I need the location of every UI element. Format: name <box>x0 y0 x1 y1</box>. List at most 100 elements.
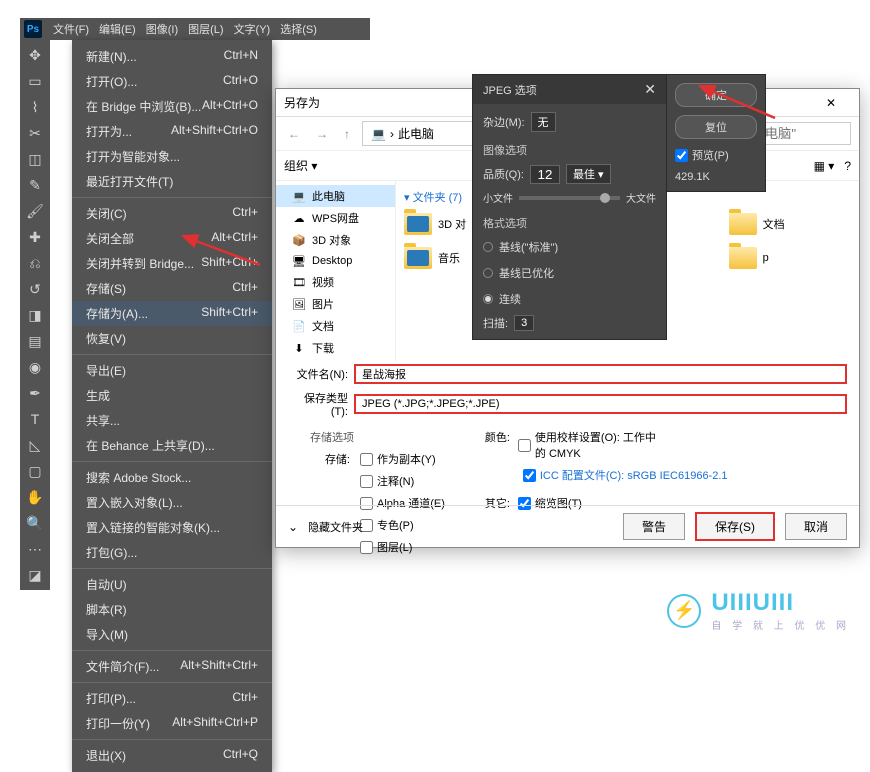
filetype-select[interactable]: JPEG (*.JPG;*.JPEG;*.JPE) <box>354 394 847 414</box>
tree-item[interactable]: 🎵音乐 <box>276 359 395 361</box>
menu-item[interactable]: 新建(N)...Ctrl+N <box>72 44 272 69</box>
tree-item[interactable]: 🖥Desktop <box>276 251 395 271</box>
brush-tool-icon[interactable]: 🖌 <box>26 202 44 220</box>
logo-bulb-icon: ⚡ <box>667 594 701 628</box>
menu-item[interactable]: 搜索 Adobe Stock... <box>72 465 272 490</box>
save-button[interactable]: 保存(S) <box>695 512 775 541</box>
icc-checkbox[interactable] <box>523 469 536 482</box>
menu-item[interactable]: 关闭(C)Ctrl+ <box>72 201 272 226</box>
menu-text[interactable]: 文字(Y) <box>234 21 271 37</box>
quality-preset-select[interactable]: 最佳 ▾ <box>566 164 611 184</box>
healing-tool-icon[interactable]: ✚ <box>26 228 44 246</box>
menu-item[interactable]: 打包(G)... <box>72 540 272 565</box>
menu-item[interactable]: 共享... <box>72 408 272 433</box>
save-dialog-title: 另存为 <box>284 94 320 111</box>
menu-edit[interactable]: 编辑(E) <box>99 21 136 37</box>
tree-item[interactable]: ☁WPS网盘 <box>276 207 395 229</box>
cancel-button[interactable]: 取消 <box>785 513 847 540</box>
menu-item[interactable]: 置入嵌入对象(L)... <box>72 490 272 515</box>
file-dropdown-menu: 新建(N)...Ctrl+N打开(O)...Ctrl+O在 Bridge 中浏览… <box>72 40 272 772</box>
lasso-tool-icon[interactable]: ⌇ <box>26 98 44 116</box>
eyedropper-tool-icon[interactable]: ✎ <box>26 176 44 194</box>
view-options-icon[interactable]: ▦ ▾ <box>814 159 835 173</box>
eraser-tool-icon[interactable]: ◨ <box>26 306 44 324</box>
swatch-icon[interactable]: ◪ <box>26 566 44 584</box>
menu-item[interactable]: 打开(O)...Ctrl+O <box>72 69 272 94</box>
jpeg-close-icon[interactable]: ✕ <box>644 81 656 98</box>
ok-button[interactable]: 确定 <box>675 83 757 107</box>
menu-item[interactable]: 在 Behance 上共享(D)... <box>72 433 272 458</box>
menu-item[interactable]: 文件简介(F)...Alt+Shift+Ctrl+ <box>72 654 272 679</box>
history-brush-icon[interactable]: ↺ <box>26 280 44 298</box>
help-icon[interactable]: ? <box>844 159 851 173</box>
menu-item[interactable]: 最近打开文件(T) <box>72 169 272 194</box>
menu-layer[interactable]: 图层(L) <box>188 21 223 37</box>
preview-checkbox[interactable] <box>675 149 688 162</box>
matte-select[interactable]: 无 <box>531 112 556 132</box>
menu-item[interactable]: 导入(M) <box>72 622 272 647</box>
menu-item[interactable]: 恢复(V) <box>72 326 272 351</box>
crop-tool-icon[interactable]: ✂ <box>26 124 44 142</box>
menu-image[interactable]: 图像(I) <box>146 21 178 37</box>
menu-item[interactable]: 脚本(R) <box>72 597 272 622</box>
pen-tool-icon[interactable]: ✒ <box>26 384 44 402</box>
nav-fwd-icon[interactable]: → <box>312 127 332 141</box>
shape-tool-icon[interactable]: ▢ <box>26 462 44 480</box>
tree-item[interactable]: 📄文档 <box>276 315 395 337</box>
filesize-label: 429.1K <box>675 171 757 183</box>
tree-item[interactable]: 📦3D 对象 <box>276 229 395 251</box>
menu-select[interactable]: 选择(S) <box>280 21 317 37</box>
filename-input[interactable] <box>354 364 847 384</box>
menu-item[interactable]: 打开为...Alt+Shift+Ctrl+O <box>72 119 272 144</box>
menu-item[interactable]: 自动(U) <box>72 572 272 597</box>
tree-item[interactable]: ⬇下载 <box>276 337 395 359</box>
menu-item[interactable]: 存储为(A)...Shift+Ctrl+ <box>72 301 272 326</box>
marquee-tool-icon[interactable]: ▭ <box>26 72 44 90</box>
zoom-tool-icon[interactable]: 🔍 <box>26 514 44 532</box>
frame-tool-icon[interactable]: ◫ <box>26 150 44 168</box>
folder-item[interactable]: p <box>729 247 851 269</box>
menu-item[interactable]: 打印(P)...Ctrl+ <box>72 686 272 711</box>
scan-select[interactable]: 3 <box>514 315 534 331</box>
tree-item[interactable]: 🖼图片 <box>276 293 395 315</box>
menu-item[interactable]: 导出(E) <box>72 358 272 383</box>
tree-item[interactable]: 💻此电脑 <box>276 185 395 207</box>
warning-button[interactable]: 警告 <box>623 513 685 540</box>
tree-item[interactable]: 🎞视频 <box>276 271 395 293</box>
menu-item[interactable]: 存储(S)Ctrl+ <box>72 276 272 301</box>
baseline-std-radio[interactable]: 基线("标准") <box>483 237 656 257</box>
copy-checkbox[interactable] <box>360 453 373 466</box>
quality-slider[interactable] <box>519 196 620 200</box>
close-icon[interactable]: ✕ <box>811 96 851 110</box>
proof-checkbox[interactable] <box>518 439 531 452</box>
menu-item[interactable]: 关闭全部Alt+Ctrl+ <box>72 226 272 251</box>
menu-item[interactable]: 置入链接的智能对象(K)... <box>72 515 272 540</box>
type-tool-icon[interactable]: T <box>26 410 44 428</box>
menu-item[interactable]: 在 Bridge 中浏览(B)...Alt+Ctrl+O <box>72 94 272 119</box>
chevron-down-icon[interactable]: ⌄ <box>288 520 298 534</box>
menu-file[interactable]: 文件(F) <box>53 21 89 37</box>
gradient-tool-icon[interactable]: ▤ <box>26 332 44 350</box>
clone-tool-icon[interactable]: ⎌ <box>26 254 44 272</box>
hand-tool-icon[interactable]: ✋ <box>26 488 44 506</box>
move-tool-icon[interactable]: ✥ <box>26 46 44 64</box>
progressive-radio[interactable]: 连续 <box>483 289 656 309</box>
reset-button[interactable]: 复位 <box>675 115 757 139</box>
menu-item[interactable]: 打印一份(Y)Alt+Shift+Ctrl+P <box>72 711 272 736</box>
menu-item[interactable]: 生成 <box>72 383 272 408</box>
menu-item[interactable]: 打开为智能对象... <box>72 144 272 169</box>
menu-item[interactable]: 退出(X)Ctrl+Q <box>72 743 272 768</box>
quality-input[interactable] <box>530 165 560 184</box>
notes-checkbox[interactable] <box>360 475 373 488</box>
nav-back-icon[interactable]: ← <box>284 127 304 141</box>
path-tool-icon[interactable]: ◺ <box>26 436 44 454</box>
more-tool-icon[interactable]: ⋯ <box>26 540 44 558</box>
nav-up-icon[interactable]: ↑ <box>340 127 354 141</box>
folder-tree: 💻此电脑☁WPS网盘📦3D 对象🖥Desktop🎞视频🖼图片📄文档⬇下载🎵音乐💾… <box>276 181 396 361</box>
menu-item[interactable]: 关闭并转到 Bridge...Shift+Ctrl+ <box>72 251 272 276</box>
baseline-opt-radio[interactable]: 基线已优化 <box>483 263 656 283</box>
folder-item[interactable]: 文档 <box>729 213 851 235</box>
organize-button[interactable]: 组织 ▾ <box>284 157 317 174</box>
blur-tool-icon[interactable]: ◉ <box>26 358 44 376</box>
hide-folders-link[interactable]: 隐藏文件夹 <box>308 519 363 535</box>
